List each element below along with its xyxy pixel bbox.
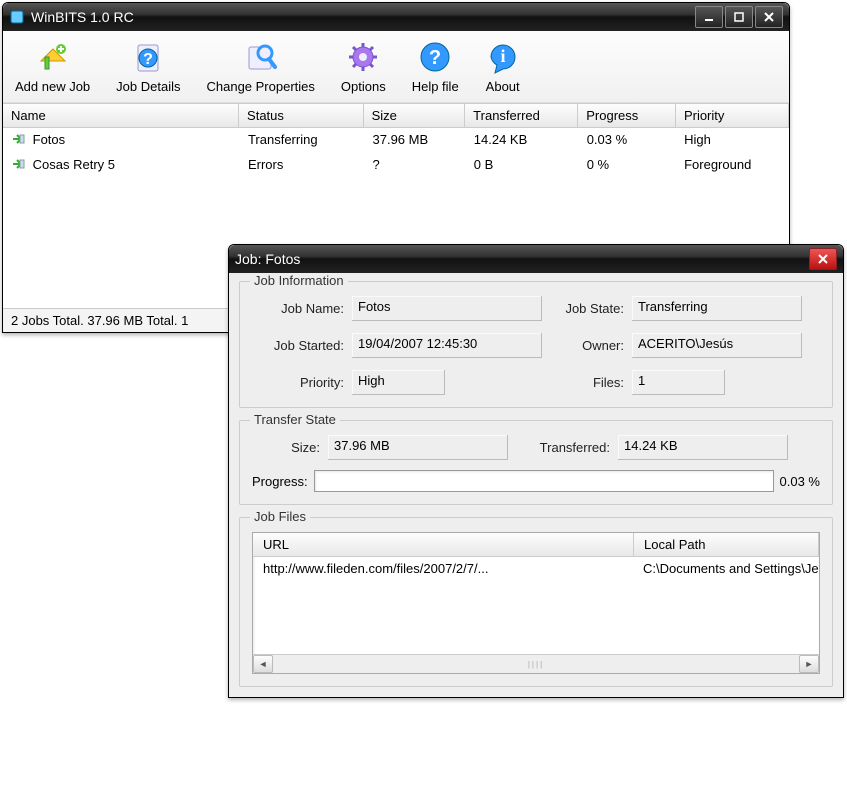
group-legend: Job Files [250,509,310,524]
job-dialog: Job: Fotos Job Information Job Name: Fot… [228,244,844,698]
job-priority-cell: Foreground [676,155,789,176]
about-icon: i [485,39,521,75]
job-files-list: URL Local Path http://www.fileden.com/fi… [252,532,820,674]
column-header-transferred[interactable]: Transferred [465,104,578,127]
job-priority-cell: High [676,130,789,151]
scroll-track[interactable]: |||| [273,660,799,669]
toolbar-label: Help file [412,79,459,94]
files-column-path[interactable]: Local Path [634,533,819,556]
svg-text:?: ? [429,47,441,69]
progress-bar [314,470,774,492]
job-started-label: Job Started: [252,338,352,353]
transfer-state-group: Transfer State Size: 37.96 MB Transferre… [239,420,833,505]
toolbar-label: Job Details [116,79,180,94]
transferred-label: Transferred: [508,440,618,455]
file-url-cell: http://www.fileden.com/files/2007/2/7/..… [253,559,633,578]
job-status-cell: Errors [240,155,365,176]
priority-label: Priority: [252,375,352,390]
toolbar-label: About [486,79,520,94]
minimize-button[interactable] [695,6,723,28]
svg-text:i: i [500,46,505,66]
dialog-body: Job Information Job Name: Fotos Job Stat… [229,273,843,697]
job-transferred-cell: 14.24 KB [466,130,579,151]
help-icon: ? [417,39,453,75]
column-header-progress[interactable]: Progress [578,104,676,127]
toolbar: Add new Job ? Job Details Change Propert… [3,31,789,103]
app-icon [9,9,25,25]
size-value: 37.96 MB [328,435,508,460]
job-details-icon: ? [130,39,166,75]
maximize-button[interactable] [725,6,753,28]
scroll-left-button[interactable]: ◄ [253,655,273,673]
close-button[interactable] [755,6,783,28]
job-information-group: Job Information Job Name: Fotos Job Stat… [239,281,833,408]
priority-value: High [352,370,445,395]
job-row[interactable]: Cosas Retry 5 Errors ? 0 B 0 % Foregroun… [3,153,789,178]
job-details-button[interactable]: ? Job Details [112,37,184,96]
main-titlebar[interactable]: WinBITS 1.0 RC [3,3,789,31]
options-icon [345,39,381,75]
column-header-priority[interactable]: Priority [676,104,789,127]
job-arrow-icon [11,132,25,149]
files-value: 1 [632,370,725,395]
options-button[interactable]: Options [337,37,390,96]
progress-text: 0.03 % [780,474,820,489]
job-size-cell: 37.96 MB [365,130,466,151]
job-name-cell: Cosas Retry 5 [33,157,115,172]
job-row[interactable]: Fotos Transferring 37.96 MB 14.24 KB 0.0… [3,128,789,153]
job-name-label: Job Name: [252,301,352,316]
about-button[interactable]: i About [481,37,525,96]
column-header-name[interactable]: Name [3,104,239,127]
column-header-size[interactable]: Size [364,104,466,127]
job-arrow-icon [11,157,25,174]
job-status-cell: Transferring [240,130,365,151]
toolbar-label: Add new Job [15,79,90,94]
toolbar-label: Options [341,79,386,94]
job-state-label: Job State: [542,301,632,316]
job-progress-cell: 0 % [579,155,676,176]
group-legend: Transfer State [250,412,340,427]
owner-value: ACERITO\Jesús [632,333,802,358]
toolbar-label: Change Properties [206,79,314,94]
horizontal-scrollbar[interactable]: ◄ |||| ► [253,654,819,673]
scroll-right-button[interactable]: ► [799,655,819,673]
group-legend: Job Information [250,273,348,288]
add-job-icon [35,39,71,75]
column-header-status[interactable]: Status [239,104,364,127]
files-label: Files: [542,375,632,390]
job-progress-cell: 0.03 % [579,130,676,151]
svg-text:?: ? [143,51,153,68]
dialog-title: Job: Fotos [235,251,809,267]
file-path-cell: C:\Documents and Settings\Je [633,559,819,578]
job-list-header: Name Status Size Transferred Progress Pr… [3,103,789,128]
job-size-cell: ? [365,155,466,176]
job-state-value: Transferring [632,296,802,321]
job-name-cell: Fotos [33,132,66,147]
owner-label: Owner: [542,338,632,353]
change-properties-button[interactable]: Change Properties [202,37,318,96]
file-row[interactable]: http://www.fileden.com/files/2007/2/7/..… [253,557,819,580]
size-label: Size: [252,440,328,455]
job-name-value: Fotos [352,296,542,321]
change-properties-icon [243,39,279,75]
window-title: WinBITS 1.0 RC [31,9,695,25]
progress-label: Progress: [252,474,308,489]
job-started-value: 19/04/2007 12:45:30 [352,333,542,358]
job-files-group: Job Files URL Local Path http://www.file… [239,517,833,687]
help-file-button[interactable]: ? Help file [408,37,463,96]
job-transferred-cell: 0 B [466,155,579,176]
files-column-url[interactable]: URL [253,533,634,556]
dialog-titlebar[interactable]: Job: Fotos [229,245,843,273]
dialog-close-button[interactable] [809,248,837,270]
add-new-job-button[interactable]: Add new Job [11,37,94,96]
transferred-value: 14.24 KB [618,435,788,460]
